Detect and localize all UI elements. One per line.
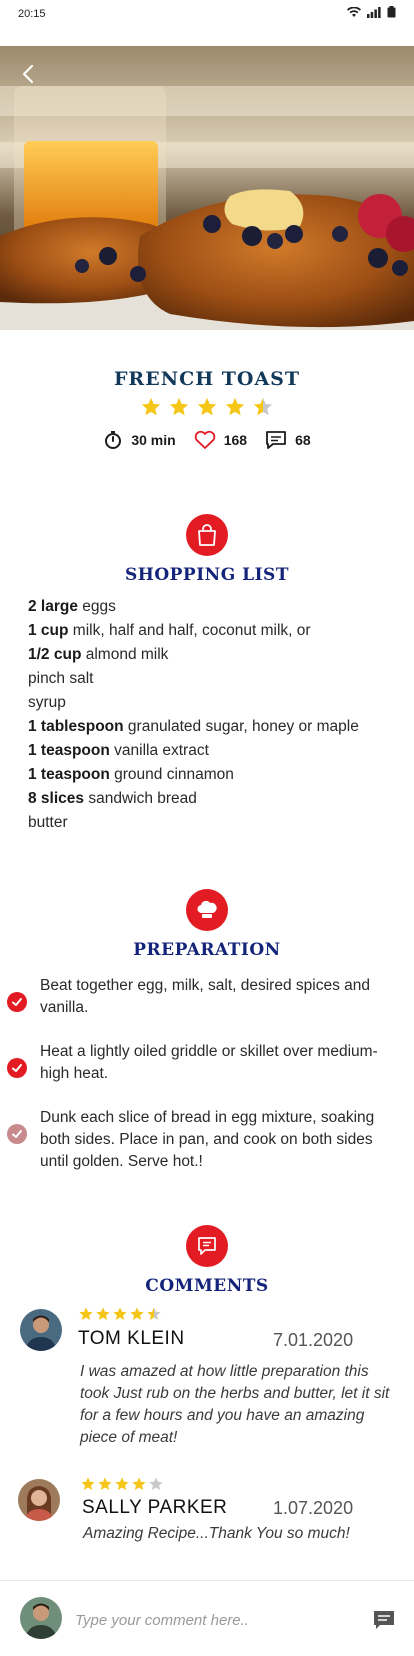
signal-icon (367, 6, 381, 18)
shopping-list: 2 large eggs 1 cup milk, half and half, c… (28, 595, 398, 835)
shopping-item: 1 tablespoon granulated sugar, honey or … (28, 715, 398, 739)
hero-image (0, 46, 414, 330)
comment-rating (80, 1476, 164, 1492)
current-user-avatar[interactable] (20, 1597, 62, 1639)
star-icon (132, 1477, 146, 1490)
star-icon (79, 1307, 93, 1320)
shopping-item-name: syrup (28, 694, 66, 711)
star-icon (115, 1477, 129, 1490)
battery-icon (387, 6, 396, 18)
star-icon (141, 397, 161, 416)
shopping-list-title: SHOPPING LIST (125, 565, 289, 585)
heart-icon (194, 430, 215, 449)
step-check-icon[interactable] (7, 1124, 27, 1144)
step-text: Beat together egg, milk, salt, desired s… (40, 977, 370, 1016)
cook-time: 30 min (103, 430, 176, 450)
shopping-item: 1/2 cup almond milk (28, 643, 398, 667)
shopping-item-name: ground cinnamon (109, 766, 234, 783)
shopping-item: 1 teaspoon vanilla extract (28, 739, 398, 763)
shopping-item: pinch salt (28, 667, 398, 691)
preparation-title: PREPARATION (133, 940, 281, 960)
comment-compose-bar (0, 1580, 414, 1656)
step-text: Dunk each slice of bread in egg mixture,… (40, 1109, 375, 1170)
step-text: Heat a lightly oiled griddle or skillet … (40, 1043, 378, 1082)
chevron-left-icon (22, 64, 34, 84)
recipe-rating (0, 396, 414, 418)
timer-icon (105, 431, 122, 449)
comments-count-button[interactable]: 68 (265, 430, 311, 450)
shopping-item: 8 slices sandwich bread (28, 787, 398, 811)
shopping-item: 2 large eggs (28, 595, 398, 619)
shopping-item: 1 cup milk, half and half, coconut milk,… (28, 619, 398, 643)
shopping-item-quantity: 1 tablespoon (28, 718, 124, 735)
star-icon (225, 397, 245, 416)
shopping-item-name: sandwich bread (84, 790, 197, 807)
comment-icon (266, 431, 286, 449)
comment-author: TOM KLEIN (78, 1328, 185, 1349)
shopping-item-quantity: 2 large (28, 598, 78, 615)
shopping-item-quantity: 8 slices (28, 790, 85, 807)
comment-date: 1.07.2020 (273, 1498, 354, 1518)
star-icon (197, 397, 217, 416)
star-icon (147, 1307, 161, 1320)
recipe-meta: 30 min 168 68 (0, 430, 414, 450)
message-icon (374, 1611, 394, 1629)
star-icon (98, 1477, 112, 1490)
recipe-header: FRENCH TOAST (0, 368, 414, 418)
star-icon (253, 397, 273, 416)
comments-title: COMMENTS (145, 1276, 269, 1296)
comment-text: Amazing Recipe...Thank You so much! (83, 1525, 350, 1542)
shopping-item: 1 teaspoon ground cinnamon (28, 763, 398, 787)
star-icon (96, 1307, 110, 1320)
status-bar: 20:15 (0, 0, 414, 46)
comment-author: SALLY PARKER (82, 1497, 228, 1518)
shopping-item-name: milk, half and half, coconut milk, or (68, 622, 311, 639)
comment-text: I was amazed at how little preparation t… (80, 1363, 390, 1446)
shopping-item-name: butter (28, 814, 68, 831)
shopping-item: syrup (28, 691, 398, 715)
shopping-bag-icon (186, 514, 228, 556)
shopping-item-name: eggs (77, 598, 116, 615)
back-button[interactable] (12, 58, 44, 90)
cook-time-value: 30 min (131, 432, 176, 448)
shopping-item-name: pinch salt (28, 670, 94, 687)
wifi-icon (347, 6, 361, 17)
comment-rating (78, 1306, 162, 1322)
comments-count: 68 (295, 432, 311, 448)
status-icons (347, 6, 396, 18)
shopping-item-name: granulated sugar, honey or maple (123, 718, 359, 735)
likes-count: 168 (223, 432, 248, 448)
status-time: 20:15 (18, 8, 46, 20)
recipe-title: FRENCH TOAST (113, 368, 301, 390)
shopping-item-name: almond milk (81, 646, 169, 663)
star-icon (81, 1477, 95, 1490)
shopping-item-quantity: 1 teaspoon (28, 742, 110, 759)
shopping-item-quantity: 1 teaspoon (28, 766, 110, 783)
comments-section-icon (186, 1225, 228, 1267)
like-button[interactable]: 168 (194, 430, 247, 450)
avatar[interactable] (18, 1479, 60, 1521)
shopping-item-quantity: 1 cup (28, 622, 69, 639)
step-check-icon[interactable] (7, 992, 27, 1012)
comment-date: 7.01.2020 (273, 1330, 354, 1350)
star-icon (113, 1307, 127, 1320)
shopping-item: butter (28, 811, 398, 835)
star-icon (149, 1477, 163, 1490)
step-check-icon[interactable] (7, 1058, 27, 1078)
shopping-item-name: vanilla extract (109, 742, 209, 759)
french-toast-photo (0, 46, 414, 330)
chef-hat-icon (186, 889, 228, 931)
star-icon (130, 1307, 144, 1320)
avatar[interactable] (20, 1309, 62, 1351)
comment-input[interactable] (75, 1607, 355, 1633)
send-comment-button[interactable] (372, 1609, 396, 1631)
star-icon (169, 397, 189, 416)
shopping-item-quantity: 1/2 cup (28, 646, 82, 663)
